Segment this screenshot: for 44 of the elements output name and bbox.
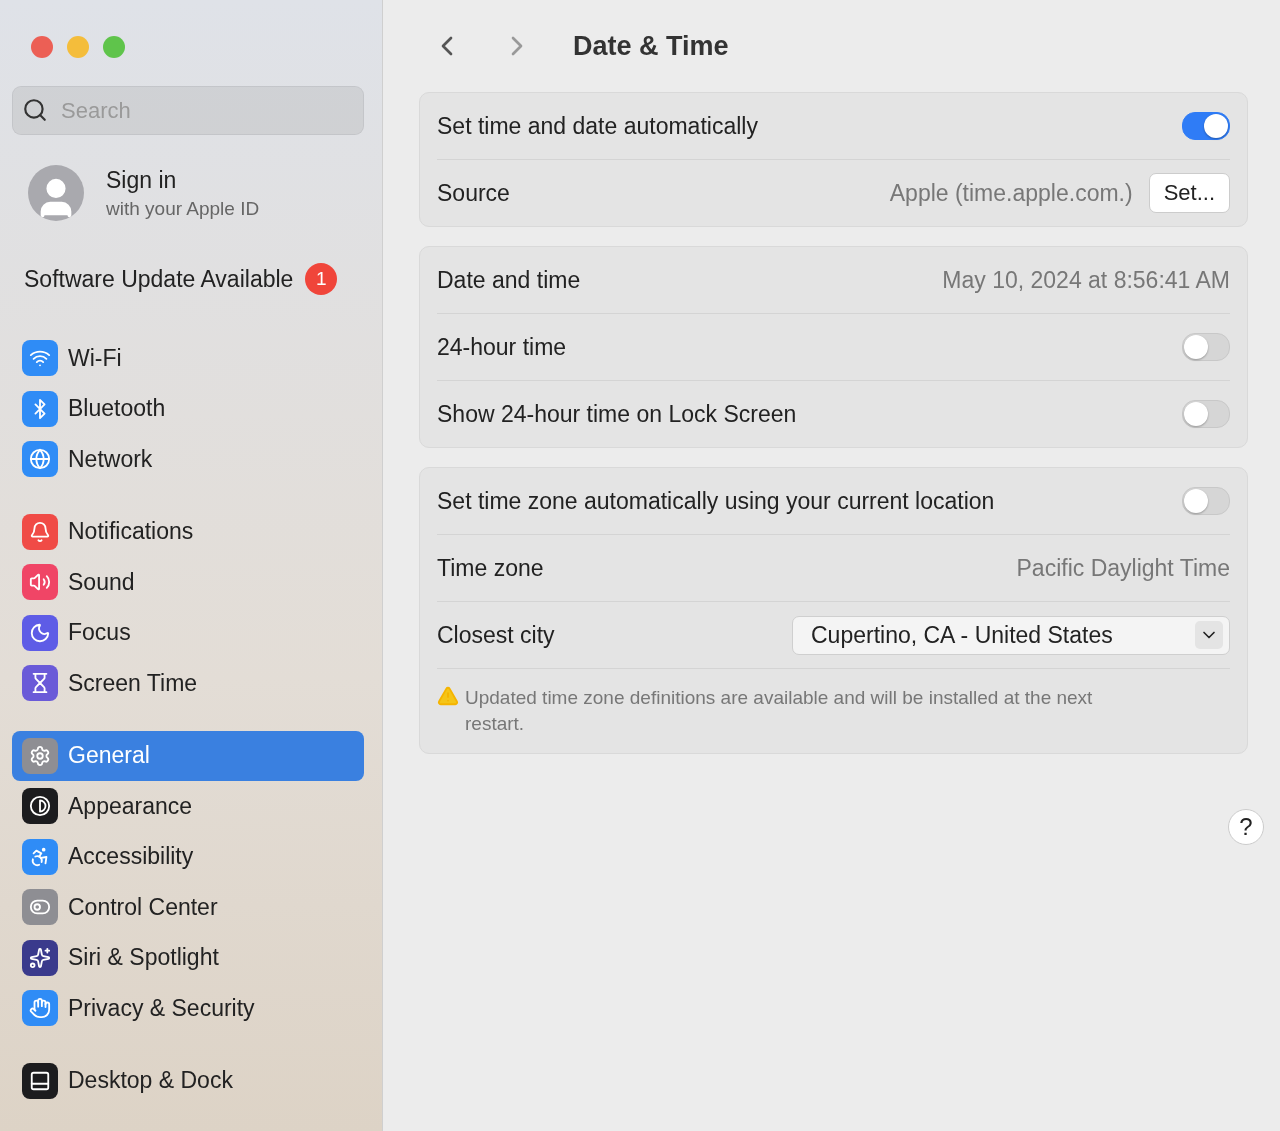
sidebar-item[interactable]: Screen Time [12,658,364,709]
help-button[interactable]: ? [1228,809,1264,845]
setting-label: Set time zone automatically using your current location [437,487,995,515]
count-badge: 1 [305,263,338,295]
setting-label: Closest city [437,621,555,649]
sign-in-subtitle: with your Apple ID [106,197,260,220]
setting-label: Set time and date automatically [437,112,758,140]
search-icon [22,97,48,123]
setting-label: Show 24-hour time on Lock Screen [437,400,797,428]
toggle-switch[interactable] [1182,400,1230,428]
sidebar-item[interactable]: Control Center [12,882,364,933]
toggle-switch[interactable] [1182,112,1230,140]
avatar[interactable] [28,165,84,221]
setting-value: May 10, 2024 at 8:56:41 AM [942,266,1230,294]
close-button[interactable] [31,36,53,58]
setting-value: Pacific Daylight Time [1016,554,1230,582]
toggle-switch[interactable] [1182,333,1230,361]
software-update-link[interactable]: Software Update Available [24,265,294,293]
toggle-switch[interactable] [1182,487,1230,515]
setting-value: Apple (time.apple.com.) [889,179,1133,207]
warning-icon [437,685,459,707]
warning-note: Updated time zone definitions are available and will be installed at the next restart. [465,686,1094,736]
sidebar-item[interactable]: Privacy & Security [12,983,364,1034]
sidebar-item[interactable]: Bluetooth [12,383,364,434]
sidebar-item[interactable]: Sound [12,557,364,608]
city-dropdown[interactable]: Cupertino, CA - United States [792,615,1230,655]
set-button[interactable]: Set... [1148,173,1230,213]
setting-label: Source [437,179,510,207]
setting-label: 24-hour time [437,333,567,361]
sidebar-item[interactable]: Network [12,434,364,485]
sidebar-item[interactable]: Siri & Spotlight [12,932,364,983]
minimize-button[interactable] [67,36,89,58]
sidebar-item[interactable]: Wi-Fi [12,333,364,384]
setting-label: Date and time [437,266,581,294]
sidebar-item[interactable]: Focus [12,607,364,658]
setting-label: Time zone [437,554,544,582]
sidebar-item[interactable]: Notifications [12,506,364,557]
window-title: Date & Time [573,30,729,62]
sign-in-link[interactable]: Sign in [106,166,260,194]
sidebar-item[interactable]: Desktop & Dock [12,1055,364,1106]
sidebar-item[interactable]: Appearance [12,781,364,832]
zoom-button[interactable] [103,36,125,58]
sidebar-item[interactable]: Accessibility [12,831,364,882]
sidebar-item[interactable]: General [12,730,364,781]
